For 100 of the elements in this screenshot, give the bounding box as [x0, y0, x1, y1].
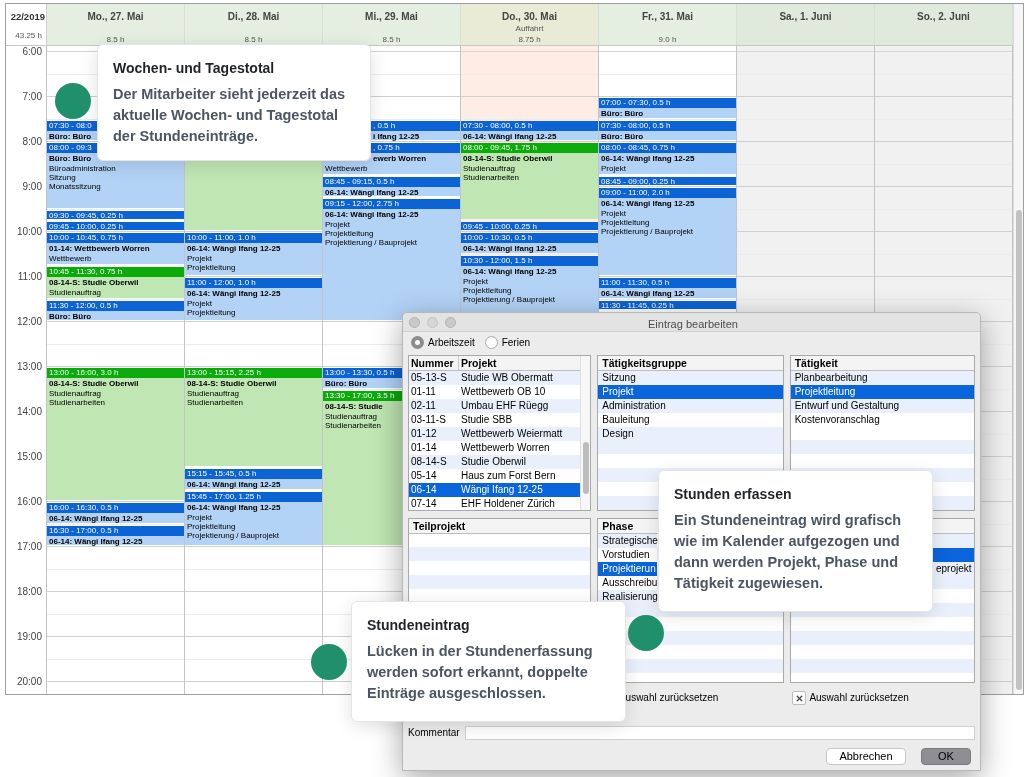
event-title: 06-14: Wängi Ifang 12-25 — [463, 265, 557, 277]
event-title: 08-14-S: Studie Oberwil — [463, 153, 553, 164]
event-time: 10:00 - 10:30, 0.5 h — [461, 233, 598, 243]
event-time: 11:00 - 12:00, 1.0 h — [185, 278, 322, 288]
week-number: 22/2019 — [10, 10, 45, 24]
column-header: Tätigkeitsgruppe — [598, 356, 783, 371]
tooltip-text: Lücken in der Stundenerfassung werden sofort erkannt, doppelte Einträge ausgeschlossen. — [367, 642, 594, 703]
dialog-title: Eintrag bearbeiten — [648, 317, 738, 332]
table-cell-text: Wettbewerb Weiermatt — [460, 427, 564, 441]
event-title: 06-14: Wängi Ifang 12-25 — [601, 198, 695, 209]
event-time: 11:30 - 12:00, 0.5 h — [47, 300, 184, 311]
event-detail: Projektierung / Bauprojekt — [463, 294, 556, 304]
day-name: Do., 30. Mai — [502, 10, 557, 23]
column-header: Nummer — [409, 356, 459, 370]
event-detail: Projekt — [187, 299, 212, 308]
event-title: 06-14: Wängi Ifang 12-25 — [601, 153, 695, 164]
event-title: 06-14: Wängi Ifang 12-25 — [187, 288, 281, 299]
event-detail: Studienarbeiten — [49, 398, 106, 407]
day-total: 8.5 h — [382, 34, 401, 45]
table-cell-text: 02-11 — [410, 399, 437, 413]
event-title: 06-14: Wängi Ifang 12-25 — [325, 186, 419, 198]
event-title: Büro: Büro — [325, 378, 368, 389]
day-name: So., 2. Juni — [917, 10, 970, 23]
table-cell-text: Wängi Ifang 12-25 — [460, 483, 544, 497]
event-title: 06-14: Wängi Ifang 12-25 — [49, 535, 143, 547]
event-title: 01-14: Wettbewerb Worren — [49, 243, 150, 254]
day-name: Mo., 27. Mai — [87, 10, 144, 23]
table-cell-text: 05-14 — [410, 469, 438, 483]
event-detail: Studienauftrag — [187, 389, 240, 398]
day-total: 8.5 h — [106, 34, 125, 45]
event-title: Büro: Büro — [49, 310, 92, 322]
day-name: Sa., 1. Juni — [779, 10, 832, 23]
event-title: 06-14: Wängi Ifang 12-25 — [325, 209, 419, 221]
event-detail: Studienarbeiten — [325, 420, 382, 430]
event-time: 10:45 - 11:30, 0.75 h — [47, 266, 184, 277]
table-cell-text: Haus zum Forst Bern — [460, 469, 557, 483]
time-label: 19:00 — [16, 631, 42, 643]
day-name: Di., 28. Mai — [227, 10, 280, 23]
event-title: Büro: Büro — [49, 130, 92, 142]
event-time: 10:00 - 10:45, 0.75 h — [47, 233, 184, 243]
event-time: 16:30 - 17:00, 0.5 h — [47, 525, 184, 536]
event-time: 10:30 - 12:00, 1.5 h — [461, 255, 598, 266]
event-detail: Projekt — [601, 164, 626, 173]
event-time: 10:00 - 11:00, 1.0 h — [185, 233, 322, 243]
event-detail: Projektleitung — [601, 218, 650, 227]
event-detail: Projekt — [463, 276, 488, 286]
event-title: Büro: Büro — [49, 153, 92, 164]
day-total: 8.75 h — [518, 34, 541, 45]
event-detail: Projektleitung — [187, 521, 236, 531]
field-label: Kommentar — [408, 726, 461, 740]
event-detail: Studienauftrag — [463, 164, 516, 173]
event-detail: Monatssitzung — [49, 182, 101, 191]
event-title: ewerb Worren — [373, 153, 427, 164]
event-title: i Ifang 12-25 — [373, 130, 420, 142]
table-cell-text: Studie Oberwil — [460, 455, 528, 469]
table-cell-text: 08-14-S — [410, 455, 448, 469]
time-label: 13:00 — [16, 361, 42, 373]
event-detail: Projektierung / Bauprojekt — [601, 227, 694, 236]
event-time: 09:15 - 12:00, 2.75 h — [323, 199, 460, 210]
table-cell-text: EHF Holdener Zürich — [460, 497, 556, 510]
event-time: 08:00 - 09:45, 1.75 h — [461, 143, 598, 153]
event-title: 06-14: Wängi Ifang 12-25 — [463, 243, 557, 254]
event-detail: Projekt — [187, 254, 212, 263]
day-name: Mi., 29. Mai — [365, 10, 418, 23]
event-detail: Wettbewerb — [325, 164, 368, 173]
event-detail: Studienarbeiten — [187, 398, 244, 407]
event-time: 07:30 - 08:00, 0.5 h — [461, 120, 598, 131]
table-cell-text: Studie SBB — [460, 413, 514, 427]
event-title: 06-14: Wängi Ifang 12-25 — [187, 243, 281, 254]
event-title: Büro: Büro — [601, 108, 644, 119]
event-detail: Studienarbeiten — [463, 173, 520, 182]
day-total: 9.0 h — [658, 34, 677, 45]
table-cell-text: 06-14 — [410, 483, 438, 497]
event-time: 07:30 - 08:00, 0.5 h — [599, 120, 736, 131]
event-time: 15:45 - 17:00, 1.25 h — [185, 491, 322, 502]
event-time: 08:45 - 09:15, 0.5 h — [323, 176, 460, 187]
table-cell-text: Wettbewerb Worren — [460, 441, 551, 455]
tooltip-title: Stundeneintrag — [367, 616, 470, 634]
event-title: 08-14-S: Studie Oberwil — [187, 378, 277, 389]
time-label: 16:00 — [16, 496, 42, 508]
event-detail: Büroadministration — [49, 164, 116, 173]
time-label: 7:00 — [22, 91, 42, 103]
table-cell-text: Wettbewerb OB 10 — [460, 385, 547, 399]
event-title: 06-14: Wängi Ifang 12-25 — [463, 130, 557, 142]
event-time: 16:00 - 16:30, 0.5 h — [47, 503, 184, 513]
tooltip-title: Wochen- und Tagestotal — [113, 59, 275, 77]
event-title: 06-14: Wängi Ifang 12-25 — [187, 479, 281, 491]
event-detail: Studienauftrag — [49, 389, 102, 398]
table-cell-text: Umbau EHF Rüegg — [460, 399, 550, 413]
event-title: Büro: Büro — [601, 130, 644, 142]
event-title: 08-14-S: Studie — [325, 400, 383, 412]
time-label: 6:00 — [22, 46, 42, 58]
event-title: 08-14-S: Studie Oberwil — [49, 378, 139, 389]
time-label: 9:00 — [22, 181, 42, 193]
table-cell-text: 01-14 — [410, 441, 438, 455]
column-header: Projekt — [460, 356, 498, 370]
event-time: 15:15 - 15:45, 0.5 h — [185, 469, 322, 480]
tooltip-title: Stunden erfassen — [674, 485, 792, 503]
day-name: Fr., 31. Mai — [641, 10, 694, 23]
event-time: 08:00 - 08:45, 0.75 h — [599, 143, 736, 153]
